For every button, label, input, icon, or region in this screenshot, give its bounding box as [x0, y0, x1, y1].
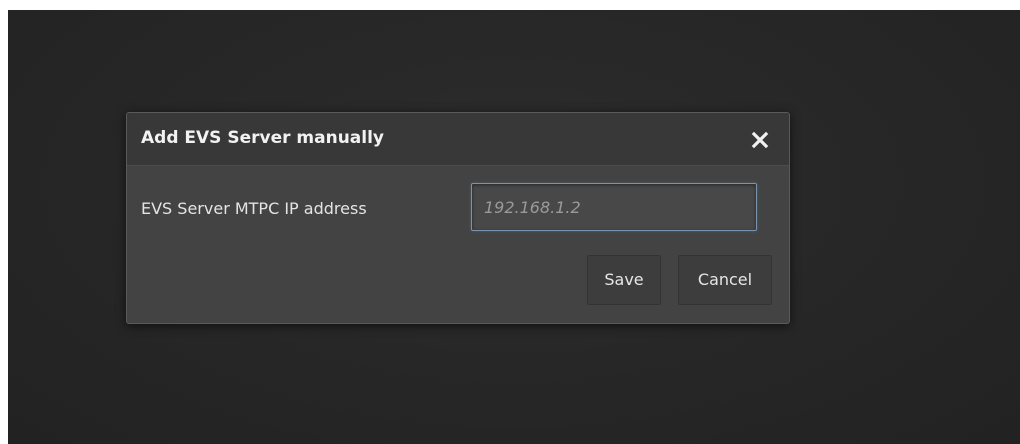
close-icon[interactable] — [747, 127, 773, 153]
dialog-title: Add EVS Server manually — [141, 128, 385, 148]
cancel-button[interactable]: Cancel — [678, 255, 772, 305]
ip-address-label: EVS Server MTPC IP address — [141, 199, 367, 218]
add-server-dialog: Add EVS Server manually EVS Server MTPC … — [126, 112, 790, 324]
ip-address-input[interactable] — [471, 183, 757, 231]
save-button[interactable]: Save — [587, 255, 661, 305]
dialog-header: Add EVS Server manually — [127, 113, 789, 166]
